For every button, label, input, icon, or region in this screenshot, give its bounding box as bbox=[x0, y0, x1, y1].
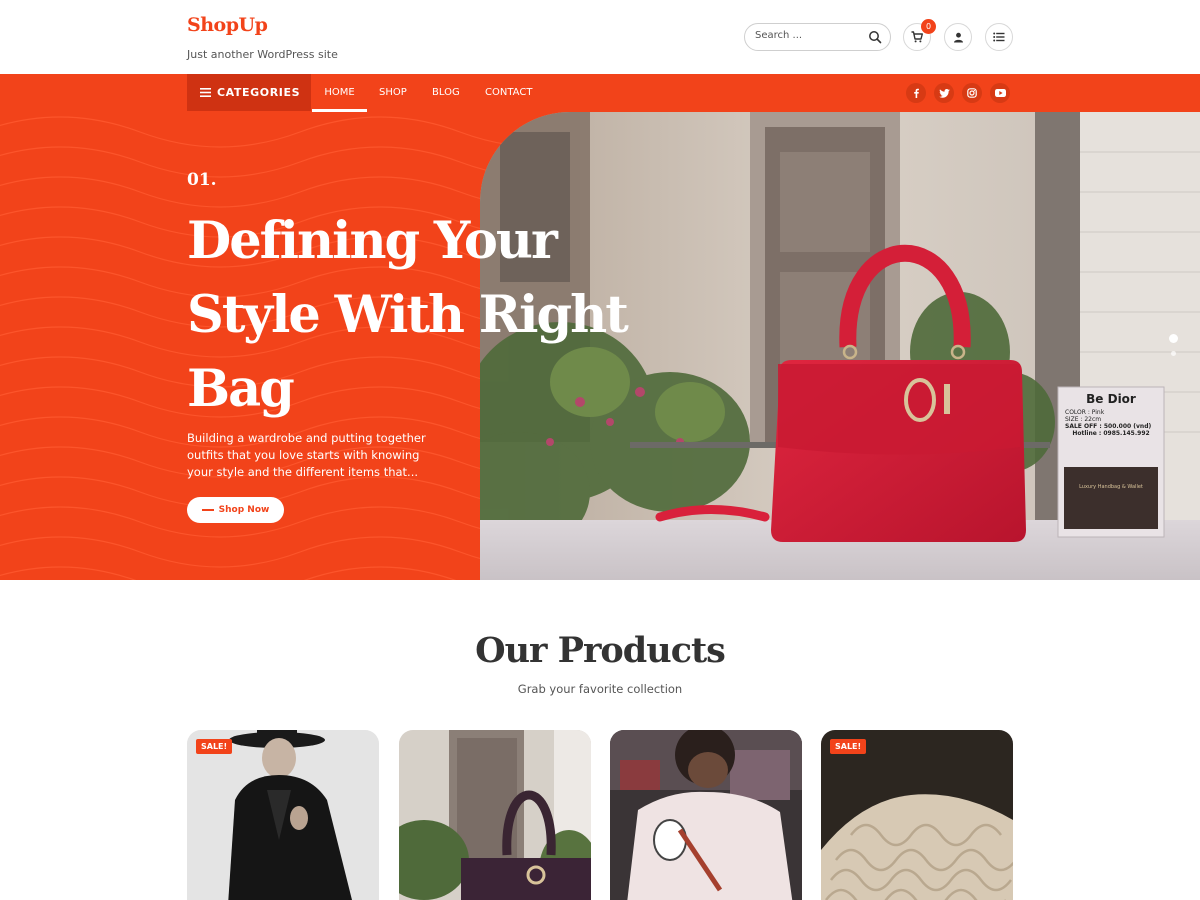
display-card-text: Be Dior COLOR : Pink SIZE : 22cm SALE OF… bbox=[1065, 392, 1157, 490]
products-subtitle: Grab your favorite collection bbox=[517, 682, 683, 696]
site-header: ShopUp Just another WordPress site 0 bbox=[0, 0, 1200, 74]
cart-count-badge: 0 bbox=[921, 19, 936, 34]
brand: ShopUp Just another WordPress site bbox=[187, 14, 338, 61]
main-navigation: CATEGORIES HOME SHOP BLOG CONTACT bbox=[0, 74, 1200, 112]
cart-button[interactable]: 0 bbox=[903, 19, 936, 51]
display-card-footer: Luxury Handbag & Wallet bbox=[1079, 484, 1143, 490]
slide-number: 01. bbox=[187, 170, 217, 190]
product-card[interactable] bbox=[399, 730, 591, 900]
hero-title-line: Bag bbox=[187, 359, 295, 419]
hero-title-line: Defining Your bbox=[187, 211, 558, 271]
facebook-icon[interactable] bbox=[906, 83, 926, 103]
search-icon[interactable] bbox=[868, 30, 882, 44]
site-title[interactable]: ShopUp bbox=[187, 14, 338, 36]
nav-link-home[interactable]: HOME bbox=[312, 74, 367, 112]
product-card[interactable]: SALE! bbox=[821, 730, 1013, 900]
product-card[interactable] bbox=[610, 730, 802, 900]
product-image bbox=[821, 730, 1013, 900]
hero-slider: Be Dior COLOR : Pink SIZE : 22cm SALE OF… bbox=[0, 112, 1200, 580]
hero-description: Building a wardrobe and putting together… bbox=[187, 431, 426, 479]
account-button[interactable] bbox=[944, 23, 972, 51]
display-card-line: Hotline : 0985.145.992 bbox=[1072, 430, 1150, 437]
display-card-line: COLOR : Pink bbox=[1065, 409, 1105, 416]
hero-title: Defining Your Style With Right Bag bbox=[187, 204, 657, 426]
products-heading: Our Products bbox=[475, 630, 726, 671]
list-icon bbox=[993, 32, 1005, 42]
twitter-icon[interactable] bbox=[934, 83, 954, 103]
dash-icon bbox=[201, 509, 214, 511]
instagram-icon[interactable] bbox=[962, 83, 982, 103]
display-card-heading: Be Dior bbox=[1086, 392, 1136, 406]
categories-label: CATEGORIES bbox=[217, 86, 301, 99]
slider-dot-active[interactable] bbox=[1169, 334, 1178, 343]
product-image bbox=[399, 730, 591, 900]
sale-badge: SALE! bbox=[830, 739, 867, 754]
product-image bbox=[187, 730, 379, 900]
hamburger-icon bbox=[200, 88, 211, 97]
slider-dot[interactable] bbox=[1171, 351, 1176, 356]
hero-title-line: Style With Right bbox=[187, 285, 629, 345]
site-tagline: Just another WordPress site bbox=[187, 48, 338, 61]
search-box bbox=[744, 23, 891, 51]
product-card[interactable]: SALE! bbox=[187, 730, 379, 900]
nav-link-blog[interactable]: BLOG bbox=[432, 74, 460, 111]
menu-list-button[interactable] bbox=[985, 23, 1013, 51]
search-input[interactable] bbox=[755, 30, 865, 41]
display-card-line: SALE OFF : 500.000 (vnd) bbox=[1065, 423, 1152, 430]
shop-now-label: Shop Now bbox=[218, 505, 270, 515]
youtube-icon[interactable] bbox=[990, 83, 1010, 103]
shop-now-button[interactable]: Shop Now bbox=[187, 497, 284, 523]
nav-link-contact[interactable]: CONTACT bbox=[485, 74, 532, 111]
display-card-line: SIZE : 22cm bbox=[1065, 416, 1102, 423]
user-icon bbox=[953, 32, 963, 42]
categories-button[interactable]: CATEGORIES bbox=[187, 74, 311, 111]
nav-link-shop[interactable]: SHOP bbox=[379, 74, 407, 111]
sale-badge: SALE! bbox=[196, 739, 233, 754]
product-image bbox=[610, 730, 802, 900]
cart-icon bbox=[911, 31, 923, 43]
